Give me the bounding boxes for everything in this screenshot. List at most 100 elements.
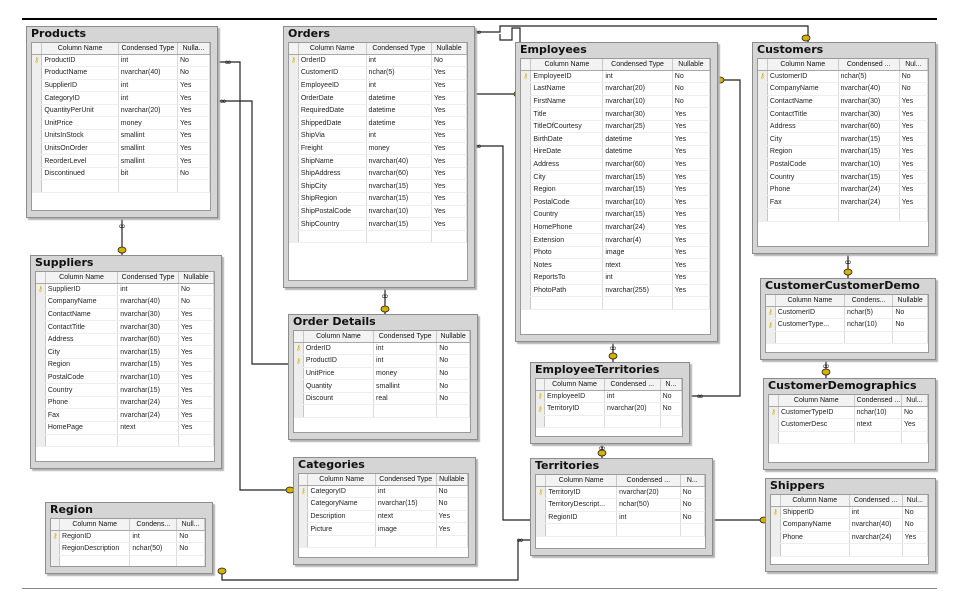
table-row[interactable]: RegionID int No (536, 511, 705, 525)
row-selector[interactable] (521, 221, 532, 235)
table-row[interactable]: ⚷ CategoryID int No (299, 485, 468, 499)
table-row[interactable]: City nvarchar(15) Yes (521, 170, 710, 184)
table-row[interactable]: Notes ntext Yes (521, 258, 710, 272)
row-selector[interactable] (536, 511, 547, 525)
row-selector[interactable]: ⚷ (536, 486, 547, 500)
table-row[interactable]: Phone nvarchar(24) Yes (36, 396, 214, 410)
row-selector[interactable] (299, 522, 309, 536)
table-row[interactable]: CompanyName nvarchar(40) No (771, 518, 928, 532)
suppliers-table[interactable]: Suppliers Column Name Condensed Type Nullab… (30, 255, 222, 469)
row-selector[interactable] (36, 383, 46, 397)
table-row[interactable]: ⚷ TerritoryID nvarchar(20) No (536, 402, 682, 416)
table-row[interactable]: HomePage ntext Yes (36, 421, 214, 435)
row-selector[interactable] (521, 195, 532, 210)
row-selector[interactable] (32, 91, 43, 105)
row-selector[interactable]: ⚷ (294, 354, 304, 368)
row-selector[interactable]: ⚷ (771, 506, 781, 520)
row-selector[interactable]: ⚷ (766, 306, 776, 320)
employee-territories-table[interactable]: EmployeeTerritories Column Name Condensed … (530, 362, 690, 444)
table-row[interactable]: Address nvarchar(60) Yes (521, 158, 710, 172)
table-row[interactable]: Fax nvarchar(24) Yes (758, 195, 928, 210)
row-selector[interactable] (51, 542, 60, 556)
empty-row[interactable] (299, 535, 468, 549)
customers-table[interactable]: Customers Column Name Condensed ... Nul... ⚷… (752, 42, 936, 254)
table-row[interactable]: Region nvarchar(15) Yes (521, 183, 710, 197)
row-selector[interactable] (521, 170, 532, 184)
orders-table[interactable]: Orders Column Name Condensed Type Nullable ⚷… (283, 26, 475, 288)
row-selector[interactable] (758, 95, 768, 109)
table-row[interactable]: ⚷ EmployeeID int No (536, 390, 682, 404)
table-row[interactable]: CategoryID int Yes (32, 91, 210, 105)
row-selector[interactable] (32, 66, 43, 80)
row-selector[interactable]: ⚷ (294, 342, 304, 356)
row-selector[interactable] (769, 418, 779, 432)
table-row[interactable]: ShipAddress nvarchar(60) Yes (289, 167, 467, 181)
empty-row[interactable] (294, 404, 470, 419)
row-selector[interactable] (521, 82, 532, 96)
empty-row[interactable] (758, 208, 928, 222)
table-row[interactable]: ⚷ EmployeeID int No (521, 70, 710, 84)
row-selector[interactable] (521, 246, 532, 260)
row-selector[interactable] (758, 82, 768, 96)
row-selector[interactable] (36, 371, 46, 385)
table-row[interactable]: Address nvarchar(60) Yes (758, 120, 928, 134)
table-row[interactable]: ShipCountry nvarchar(15) Yes (289, 217, 467, 231)
table-row[interactable]: Title nvarchar(30) Yes (521, 107, 710, 121)
table-row[interactable]: RequiredDate datetime Yes (289, 104, 467, 118)
row-selector[interactable]: ⚷ (769, 406, 779, 420)
table-row[interactable]: Extension nvarchar(4) Yes (521, 233, 710, 247)
table-row[interactable]: PhotoPath nvarchar(255) Yes (521, 284, 710, 298)
table-row[interactable]: Country nvarchar(15) Yes (521, 208, 710, 222)
row-selector[interactable] (36, 408, 46, 423)
table-row[interactable]: ContactName nvarchar(30) Yes (36, 308, 214, 322)
empty-row[interactable] (51, 555, 205, 566)
table-row[interactable]: City nvarchar(15) Yes (758, 132, 928, 147)
table-row[interactable]: ⚷ ProductID int No (294, 354, 470, 368)
row-selector[interactable] (758, 107, 768, 121)
table-row[interactable]: Country nvarchar(15) Yes (758, 170, 928, 184)
table-row[interactable]: ⚷ CustomerID nchar(5) No (758, 70, 928, 84)
row-selector[interactable] (289, 91, 299, 105)
row-selector[interactable] (289, 116, 299, 131)
row-selector[interactable] (521, 183, 532, 197)
row-selector[interactable] (294, 367, 304, 381)
table-row[interactable]: City nvarchar(15) Yes (36, 345, 214, 360)
table-row[interactable]: RegionDescription nchar(50) No (51, 542, 205, 556)
table-row[interactable]: Picture image Yes (299, 522, 468, 536)
row-selector[interactable] (289, 154, 299, 168)
row-selector[interactable]: ⚷ (32, 54, 43, 68)
row-selector[interactable]: ⚷ (758, 70, 768, 84)
row-selector[interactable] (521, 233, 532, 247)
table-row[interactable]: ⚷ CustomerID nchar(5) No (766, 306, 928, 320)
row-selector[interactable] (299, 510, 309, 524)
row-selector[interactable]: ⚷ (299, 485, 309, 499)
row-selector[interactable] (32, 79, 43, 93)
row-selector[interactable] (536, 498, 547, 512)
row-selector[interactable] (36, 320, 46, 334)
row-selector[interactable] (289, 205, 299, 219)
empty-row[interactable] (769, 431, 928, 445)
order-details-table[interactable]: Order Details Column Name Condensed Type Nu… (288, 314, 478, 440)
row-selector[interactable] (521, 258, 532, 272)
table-row[interactable]: Region nvarchar(15) Yes (36, 358, 214, 372)
table-row[interactable]: LastName nvarchar(20) No (521, 82, 710, 96)
customer-customer-demo-table[interactable]: CustomerCustomerDemo Column Name Condens..… (760, 278, 936, 360)
table-row[interactable]: CompanyName nvarchar(40) No (758, 82, 928, 96)
row-selector[interactable] (521, 158, 532, 172)
row-selector[interactable] (289, 192, 299, 206)
row-selector[interactable]: ⚷ (51, 530, 60, 544)
row-selector[interactable] (289, 179, 299, 194)
table-row[interactable]: EmployeeID int Yes (289, 79, 467, 93)
table-row[interactable]: CustomerID nchar(5) Yes (289, 66, 467, 80)
row-selector[interactable] (32, 154, 43, 168)
table-row[interactable]: Fax nvarchar(24) Yes (36, 408, 214, 423)
row-selector[interactable] (771, 531, 781, 545)
row-selector[interactable]: ⚷ (521, 70, 532, 84)
row-selector[interactable] (758, 145, 768, 159)
row-selector[interactable] (521, 132, 532, 147)
empty-row[interactable] (289, 230, 467, 244)
row-selector[interactable] (36, 358, 46, 372)
table-row[interactable]: ReorderLevel smallint Yes (32, 154, 210, 168)
row-selector[interactable] (289, 142, 299, 156)
table-row[interactable]: Region nvarchar(15) Yes (758, 145, 928, 159)
